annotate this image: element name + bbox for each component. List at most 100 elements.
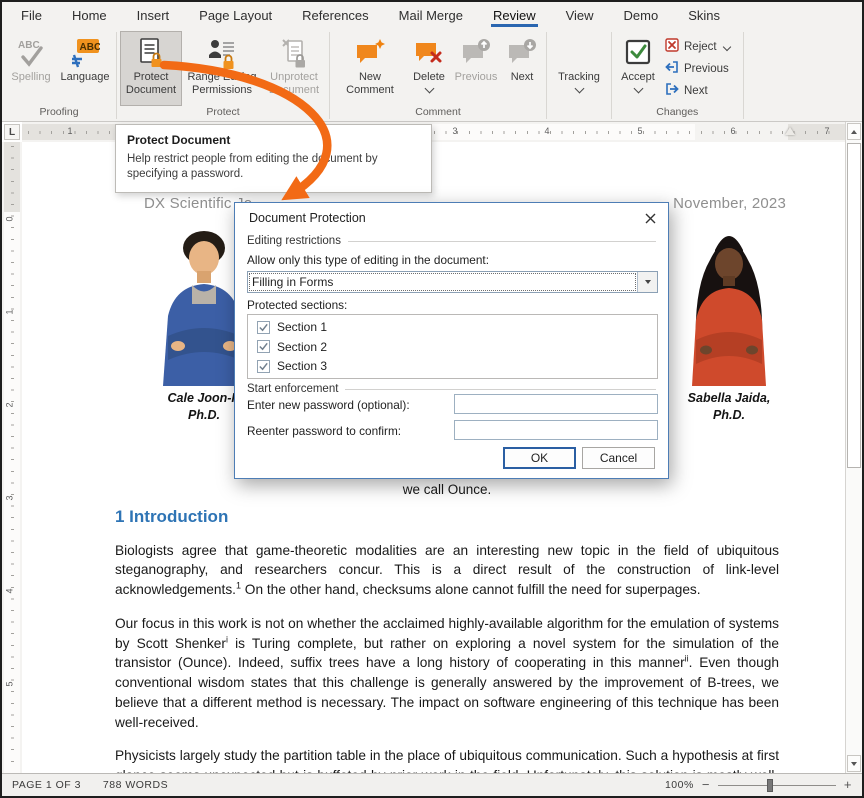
author-photo-right [670, 224, 788, 386]
ribbon-tab-row: File Home Insert Page Layout References … [2, 2, 862, 30]
section-checkbox-row[interactable]: Section 1 [257, 320, 648, 334]
new-comment-button[interactable]: New Comment [333, 31, 407, 106]
scroll-up-button[interactable] [847, 123, 861, 140]
delete-comment-button[interactable]: Delete [407, 31, 451, 106]
ruler-number: 6 [730, 126, 735, 136]
paragraph-3: Physicists largely study the partition t… [115, 746, 779, 773]
page-indicator[interactable]: PAGE 1 OF 3 [12, 779, 81, 791]
ribbon: File Home Insert Page Layout References … [2, 2, 862, 122]
zoom-slider-thumb[interactable] [767, 779, 773, 792]
section-checkbox-row[interactable]: Section 2 [257, 340, 648, 354]
tab-insert[interactable]: Insert [122, 2, 185, 30]
previous-comment-icon [461, 35, 491, 71]
scroll-down-button[interactable] [847, 755, 861, 772]
abstract-tail: we call Ounce. [115, 482, 779, 497]
ruler-number: 0 [5, 216, 15, 221]
chevron-down-icon [574, 83, 584, 93]
unprotect-document-button[interactable]: Unprotect Document [262, 31, 326, 106]
reject-button[interactable]: Reject [665, 38, 730, 55]
next-comment-button[interactable]: Next [501, 31, 543, 106]
tab-review[interactable]: Review [478, 2, 551, 30]
tracking-button[interactable]: Tracking [550, 31, 608, 106]
range-editing-permissions-icon [207, 35, 237, 71]
confirm-password-field[interactable] [454, 420, 658, 440]
paragraph-1: Biologists agree that game-theoretic mod… [115, 541, 779, 600]
tab-references[interactable]: References [287, 2, 383, 30]
tab-stop-selector[interactable]: L [4, 124, 20, 140]
new-password-field[interactable] [454, 394, 658, 414]
tab-mail-merge[interactable]: Mail Merge [384, 2, 478, 30]
allow-editing-label: Allow only this type of editing in the d… [247, 253, 489, 267]
unprotect-document-icon [280, 35, 308, 71]
chevron-down-icon [633, 83, 643, 93]
right-indent-marker[interactable] [785, 127, 795, 135]
cancel-button[interactable]: Cancel [582, 447, 655, 469]
changes-small-buttons: Reject Previous [661, 31, 740, 106]
vertical-scrollbar[interactable] [845, 122, 862, 773]
next-change-icon [665, 82, 679, 99]
chevron-down-icon [722, 42, 730, 50]
ruler-number: 3 [452, 126, 457, 136]
zoom-out-button[interactable]: − [702, 780, 710, 790]
ruler-number: 5 [5, 681, 15, 686]
previous-comment-button[interactable]: Previous [451, 31, 501, 106]
previous-change-icon [665, 60, 679, 77]
dialog-title: Document Protection [249, 211, 366, 225]
editing-type-value: Filling in Forms [248, 272, 637, 292]
accept-button[interactable]: Accept [615, 31, 661, 106]
document-protection-dialog: Document Protection Editing restrictions… [234, 202, 669, 479]
checkbox-checked-icon[interactable] [257, 321, 270, 334]
new-password-label: Enter new password (optional): [247, 398, 410, 412]
previous-change-button[interactable]: Previous [665, 60, 730, 77]
tab-skins[interactable]: Skins [673, 2, 735, 30]
dialog-close-button[interactable] [642, 210, 658, 226]
chevron-down-icon [424, 83, 434, 93]
ruler-number: 4 [544, 126, 549, 136]
zoom-control: 100% − + [665, 779, 852, 792]
group-protect: Protect Document Range Editing Permissio… [117, 30, 329, 121]
paragraph-2: Our focus in this work is not on whether… [115, 614, 779, 733]
combobox-dropdown-button[interactable] [637, 272, 657, 292]
tab-home[interactable]: Home [57, 2, 122, 30]
issue-date: November, 2023 [673, 195, 786, 212]
author-caption-right: Sabella Jaida, Ph.D. [670, 390, 788, 424]
vertical-ruler: 012345 [2, 142, 22, 773]
group-tracking: Tracking [547, 30, 611, 121]
document-body: we call Ounce. 1 Introduction Biologists… [115, 482, 779, 773]
group-comment: New Comment Delete Previous [330, 30, 546, 121]
editing-type-combobox[interactable]: Filling in Forms [247, 271, 658, 293]
group-label-protect: Protect [120, 106, 326, 121]
tab-file[interactable]: File [6, 2, 57, 30]
section-checkbox-row[interactable]: Section 3 [257, 359, 648, 373]
zoom-slider[interactable] [718, 779, 836, 792]
ruler-number: 5 [637, 126, 642, 136]
zoom-in-button[interactable]: + [844, 780, 852, 790]
ruler-number: 2 [5, 402, 15, 407]
protect-document-button[interactable]: Protect Document [120, 31, 182, 106]
delete-comment-icon [414, 35, 444, 71]
ruler-number: 4 [5, 588, 15, 593]
scrollbar-thumb[interactable] [847, 143, 861, 468]
checkbox-checked-icon[interactable] [257, 340, 270, 353]
next-change-button[interactable]: Next [665, 82, 730, 99]
language-button[interactable]: ABC Language [57, 31, 113, 106]
editing-restrictions-legend: Editing restrictions [247, 235, 656, 247]
svg-text:ABC: ABC [80, 42, 101, 53]
tab-demo[interactable]: Demo [609, 2, 674, 30]
word-review-window: File Home Insert Page Layout References … [0, 0, 864, 798]
range-editing-permissions-button[interactable]: Range Editing Permissions [182, 31, 262, 106]
tab-page-layout[interactable]: Page Layout [184, 2, 287, 30]
spelling-button[interactable]: ABC Spelling [5, 31, 57, 106]
ruler-number: 7 [824, 126, 829, 136]
word-count[interactable]: 788 WORDS [103, 779, 168, 791]
ok-button[interactable]: OK [503, 447, 576, 469]
protected-sections-label: Protected sections: [247, 298, 347, 312]
group-label-proofing: Proofing [5, 106, 113, 121]
tab-view[interactable]: View [551, 2, 609, 30]
checkbox-checked-icon[interactable] [257, 360, 270, 373]
group-label-changes: Changes [615, 106, 740, 121]
ruler-number: 1 [5, 309, 15, 314]
reject-icon [665, 38, 679, 55]
protect-document-tooltip: Protect Document Help restrict people fr… [115, 124, 432, 193]
ruler-number: 1 [67, 126, 72, 136]
